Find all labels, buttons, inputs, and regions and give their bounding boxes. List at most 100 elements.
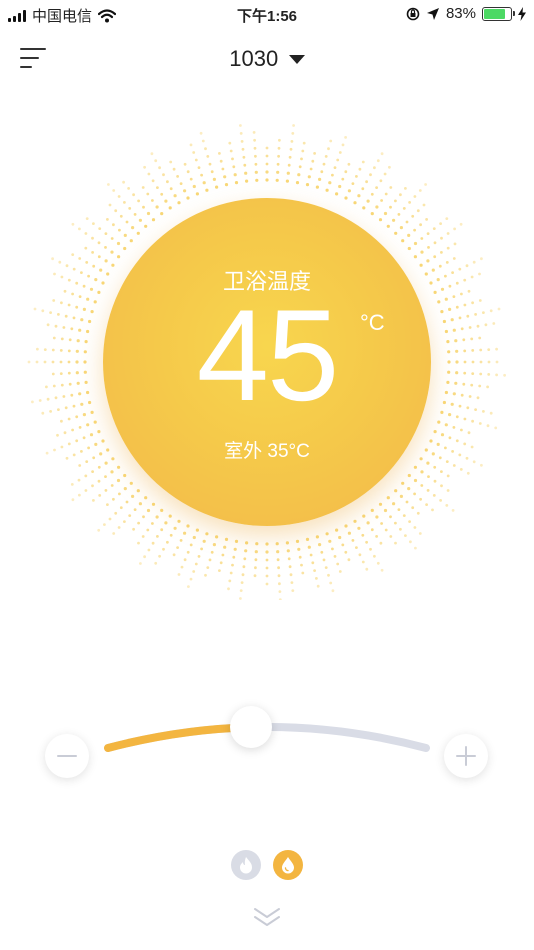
halo-dot <box>418 189 422 192</box>
halo-dot <box>110 470 114 474</box>
halo-dot <box>75 371 79 375</box>
halo-dot <box>254 162 258 166</box>
halo-dot <box>254 550 258 554</box>
halo-dot <box>455 439 459 443</box>
halo-dot <box>320 550 324 554</box>
halo-dot <box>72 267 76 271</box>
halo-dot <box>243 163 247 167</box>
halo-dot <box>219 561 223 565</box>
halo-dot <box>458 453 462 457</box>
halo-dot <box>84 489 88 492</box>
halo-dot <box>470 383 474 387</box>
halo-dot <box>162 173 165 177</box>
halo-dot <box>125 500 129 504</box>
halo-dot <box>325 532 329 536</box>
halo-dot <box>419 223 422 227</box>
mode-heat-button[interactable] <box>231 850 261 880</box>
halo-dot <box>137 521 141 525</box>
halo-dot <box>472 260 476 264</box>
increase-button[interactable] <box>444 734 488 778</box>
halo-dot <box>83 350 87 354</box>
halo-dot <box>151 522 154 525</box>
halo-dot <box>471 360 475 364</box>
halo-dot <box>451 450 454 453</box>
halo-dot <box>290 140 294 143</box>
halo-dot <box>375 515 379 519</box>
halo-dot <box>129 481 133 485</box>
halo-dot <box>71 222 75 226</box>
halo-dot <box>138 218 142 222</box>
halo-dot <box>78 464 82 467</box>
orientation-lock-icon <box>406 7 420 20</box>
halo-dot <box>433 465 437 469</box>
halo-dot <box>239 597 242 600</box>
device-selector[interactable]: 1030 <box>0 46 534 72</box>
halo-dot <box>138 502 142 506</box>
halo-dot <box>302 141 306 145</box>
halo-dot <box>315 577 318 580</box>
halo-dot <box>60 337 64 341</box>
halo-dot <box>72 404 76 408</box>
double-chevron-down-icon[interactable] <box>251 906 283 928</box>
halo-dot <box>463 417 467 421</box>
halo-dot <box>112 532 116 535</box>
halo-dot <box>470 445 474 449</box>
halo-dot <box>437 420 441 424</box>
halo-dot <box>444 423 448 427</box>
halo-dot <box>276 162 280 166</box>
halo-dot <box>437 300 441 304</box>
mode-water-button[interactable] <box>273 850 303 880</box>
halo-dot <box>291 589 295 592</box>
halo-dot <box>71 253 75 256</box>
halo-dot <box>487 373 491 376</box>
halo-dot <box>462 382 466 386</box>
temperature-unit: °C <box>360 310 385 335</box>
halo-dot <box>394 199 397 203</box>
halo-dot <box>116 241 121 246</box>
halo-dot <box>60 301 63 305</box>
halo-dot <box>320 170 324 174</box>
halo-dot <box>112 189 116 192</box>
halo-dot <box>309 167 313 171</box>
halo-dot <box>172 553 176 557</box>
halo-dot <box>186 550 190 554</box>
halo-dot <box>413 255 417 259</box>
halo-dot <box>278 138 281 142</box>
halo-dot <box>470 275 474 279</box>
halo-dot <box>301 149 305 153</box>
halo-dot <box>166 180 169 184</box>
halo-dot <box>478 299 482 302</box>
decrease-button[interactable] <box>45 734 89 778</box>
slider-thumb[interactable] <box>229 706 272 749</box>
halo-dot <box>234 539 239 544</box>
halo-dot <box>432 494 436 497</box>
halo-dot <box>357 194 361 198</box>
halo-dot <box>287 557 291 561</box>
halo-dot <box>67 303 71 307</box>
halo-dot <box>195 192 199 196</box>
halo-dot <box>65 456 69 460</box>
halo-dot <box>341 177 345 181</box>
halo-dot <box>401 481 405 485</box>
halo-dot <box>223 175 227 179</box>
halo-dot <box>466 471 470 475</box>
halo-dot <box>433 241 437 245</box>
halo-dot <box>197 166 201 170</box>
halo-dot <box>88 400 92 405</box>
halo-dot <box>361 187 365 191</box>
halo-dot <box>202 539 206 543</box>
halo-dot <box>83 370 87 374</box>
halo-dot <box>172 167 176 171</box>
halo-dot <box>351 539 355 542</box>
halo-dot <box>286 549 290 553</box>
halo-dot <box>416 511 420 515</box>
halo-dot <box>176 175 180 178</box>
halo-dot <box>436 278 440 282</box>
halo-dot <box>329 139 333 143</box>
halo-dot <box>451 509 455 512</box>
halo-dot <box>78 328 82 332</box>
halo-dot <box>399 527 402 531</box>
halo-dot <box>147 548 151 552</box>
halo-dot <box>433 479 437 483</box>
halo-dot <box>370 508 374 512</box>
